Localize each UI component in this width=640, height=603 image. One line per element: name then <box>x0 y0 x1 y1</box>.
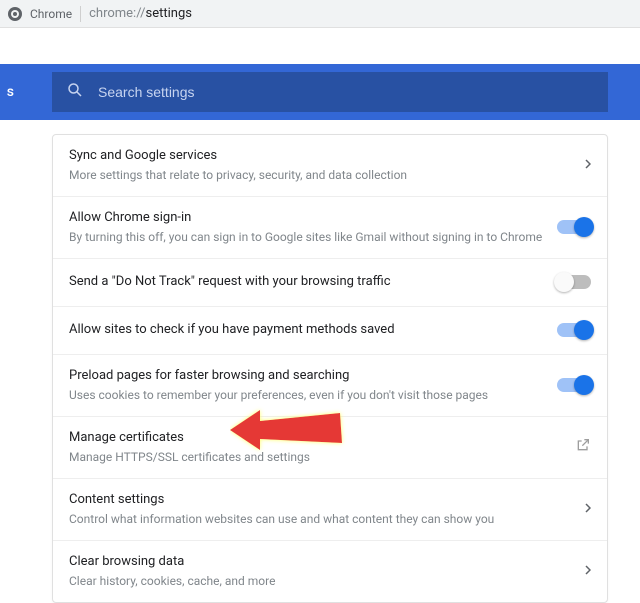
search-icon <box>66 81 84 103</box>
row-text: Sync and Google services More settings th… <box>69 147 585 184</box>
row-text: Content settings Control what information… <box>69 491 585 528</box>
search-input[interactable] <box>98 84 594 100</box>
search-field[interactable] <box>52 72 608 112</box>
row-text: Manage certificates Manage HTTPS/SSL cert… <box>69 429 575 466</box>
row-text: Preload pages for faster browsing and se… <box>69 367 557 404</box>
settings-row[interactable]: Clear browsing data Clear history, cookie… <box>53 541 607 602</box>
settings-row[interactable]: Allow Chrome sign-in By turning this off,… <box>53 197 607 259</box>
address-bar: Chrome chrome://settings <box>0 0 640 28</box>
row-title: Clear browsing data <box>69 553 573 571</box>
url-prefix: chrome:// <box>89 6 145 21</box>
row-subtitle: By turning this off, you can sign in to … <box>69 229 545 246</box>
row-subtitle: Clear history, cookies, cache, and more <box>69 573 573 590</box>
chrome-icon <box>8 7 22 21</box>
chevron-right-icon <box>585 564 591 579</box>
settings-row[interactable]: Sync and Google services More settings th… <box>53 135 607 197</box>
toggle-switch[interactable] <box>557 220 591 234</box>
row-title: Send a "Do Not Track" request with your … <box>69 273 545 291</box>
row-subtitle: Manage HTTPS/SSL certificates and settin… <box>69 449 563 466</box>
row-title: Allow Chrome sign-in <box>69 209 545 227</box>
row-subtitle: More settings that relate to privacy, se… <box>69 167 573 184</box>
row-text: Allow sites to check if you have payment… <box>69 321 557 339</box>
row-text: Clear browsing data Clear history, cookie… <box>69 553 585 590</box>
row-title: Allow sites to check if you have payment… <box>69 321 545 339</box>
row-text: Send a "Do Not Track" request with your … <box>69 273 557 291</box>
settings-row[interactable]: Allow sites to check if you have payment… <box>53 307 607 355</box>
toggle-switch[interactable] <box>557 323 591 337</box>
row-text: Allow Chrome sign-in By turning this off,… <box>69 209 557 246</box>
settings-header: s <box>0 64 640 120</box>
settings-list: Sync and Google services More settings th… <box>52 134 608 603</box>
row-subtitle: Uses cookies to remember your preference… <box>69 387 545 404</box>
settings-row[interactable]: Send a "Do Not Track" request with your … <box>53 259 607 307</box>
toggle-switch[interactable] <box>557 275 591 289</box>
settings-row[interactable]: Manage certificates Manage HTTPS/SSL cert… <box>53 417 607 479</box>
url-display[interactable]: chrome://settings <box>89 6 192 21</box>
row-title: Preload pages for faster browsing and se… <box>69 367 545 385</box>
row-subtitle: Control what information websites can us… <box>69 511 573 528</box>
app-label: Chrome <box>30 7 72 21</box>
sidebar-fragment: s <box>0 64 16 120</box>
settings-row[interactable]: Preload pages for faster browsing and se… <box>53 355 607 417</box>
chevron-right-icon <box>585 502 591 517</box>
url-path: settings <box>146 6 192 21</box>
settings-row[interactable]: Content settings Control what information… <box>53 479 607 541</box>
row-title: Sync and Google services <box>69 147 573 165</box>
row-title: Manage certificates <box>69 429 563 447</box>
external-link-icon <box>575 437 591 457</box>
toggle-switch[interactable] <box>557 378 591 392</box>
row-title: Content settings <box>69 491 573 509</box>
chevron-right-icon <box>585 158 591 173</box>
address-separator <box>80 6 81 22</box>
